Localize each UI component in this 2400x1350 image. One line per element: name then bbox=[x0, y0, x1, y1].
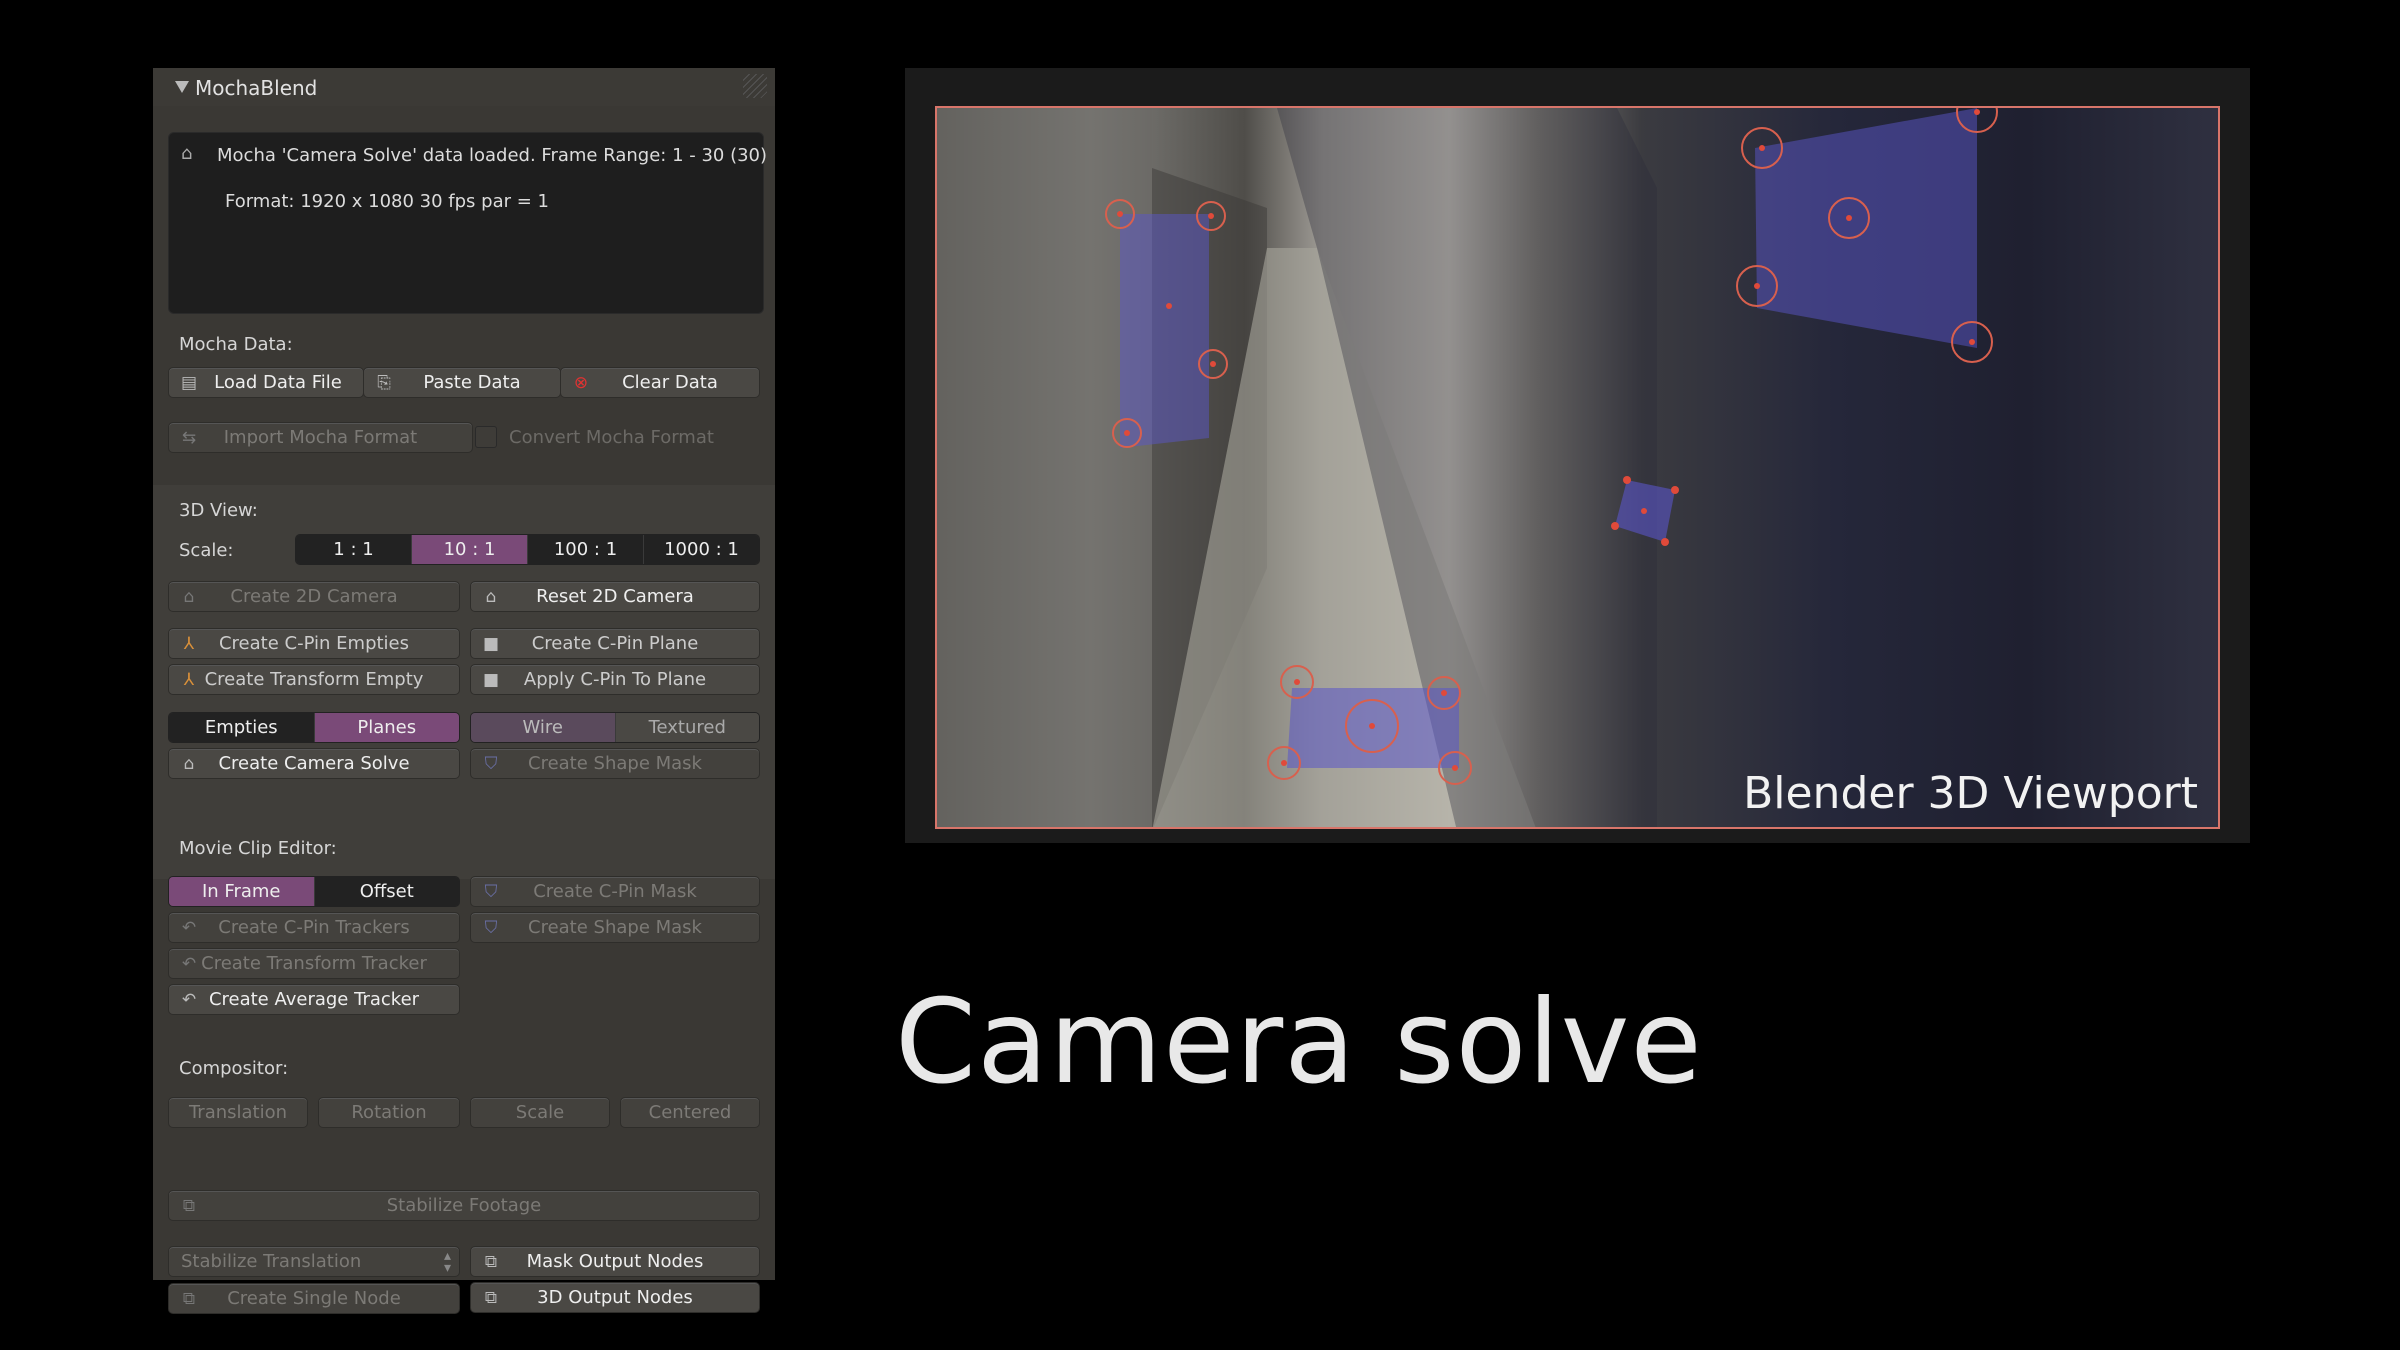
empties-option[interactable]: Empties bbox=[169, 713, 315, 742]
scale-selector: 1 : 1 10 : 1 100 : 1 1000 : 1 bbox=[295, 534, 760, 565]
camera-icon: ⌂ bbox=[183, 587, 195, 607]
node-icon: ⧉ bbox=[182, 1289, 196, 1309]
drag-grip-icon[interactable] bbox=[743, 74, 767, 98]
mask-output-nodes-button[interactable]: ⧉ Mask Output Nodes bbox=[470, 1246, 760, 1277]
node-icon: ⧉ bbox=[182, 1196, 196, 1216]
create-transform-tracker-button[interactable]: ↶ Create Transform Tracker bbox=[168, 948, 460, 979]
create-average-tracker-button[interactable]: ↶ Create Average Tracker bbox=[168, 984, 460, 1015]
tracker-icon: ↶ bbox=[181, 918, 197, 938]
panel-header[interactable]: MochaBlend bbox=[153, 68, 775, 106]
collapse-triangle-icon[interactable] bbox=[175, 81, 189, 93]
create-cpin-empties-button[interactable]: ⅄ Create C-Pin Empties bbox=[168, 628, 460, 659]
inframe-offset-toggle: In Frame Offset bbox=[168, 876, 460, 907]
empty-axes-icon: ⅄ bbox=[183, 670, 195, 690]
scale-option-100-1[interactable]: 100 : 1 bbox=[528, 535, 644, 564]
paste-data-button[interactable]: ⎘ Paste Data bbox=[363, 367, 561, 398]
translation-button[interactable]: Translation bbox=[168, 1097, 308, 1128]
convert-mocha-format-checkbox[interactable] bbox=[475, 426, 497, 448]
plane-icon: ■ bbox=[482, 634, 500, 654]
centered-button[interactable]: Centered bbox=[620, 1097, 760, 1128]
mocha-data-label: Mocha Data: bbox=[179, 334, 293, 355]
3d-viewport[interactable]: Blender 3D Viewport bbox=[905, 68, 2250, 843]
cancel-icon: ⊗ bbox=[573, 373, 589, 393]
status-line-2: Format: 1920 x 1080 30 fps par = 1 bbox=[225, 191, 549, 212]
updown-arrows-icon: ▴ ▾ bbox=[443, 1248, 451, 1276]
status-info-box: ⌂ Mocha 'Camera Solve' data loaded. Fram… bbox=[168, 132, 768, 314]
mask-icon: ⛉ bbox=[484, 754, 498, 774]
footage-overlay bbox=[937, 108, 1998, 827]
create-cpin-mask-button[interactable]: ⛉ Create C-Pin Mask bbox=[470, 876, 760, 907]
wire-option[interactable]: Wire bbox=[471, 713, 616, 742]
viewport-footage[interactable]: Blender 3D Viewport bbox=[935, 106, 2220, 829]
folder-icon: ▤ bbox=[180, 373, 198, 393]
viewport-label: Blender 3D Viewport bbox=[1743, 768, 2198, 819]
wire-textured-toggle: Wire Textured bbox=[470, 712, 760, 743]
scale-option-1-1[interactable]: 1 : 1 bbox=[296, 535, 412, 564]
create-2d-camera-button[interactable]: ⌂ Create 2D Camera bbox=[168, 581, 460, 612]
node-icon: ⧉ bbox=[484, 1252, 498, 1272]
scale-option-1000-1[interactable]: 1000 : 1 bbox=[644, 535, 759, 564]
convert-mocha-format-label: Convert Mocha Format bbox=[509, 427, 714, 448]
stabilize-footage-button[interactable]: ⧉ Stabilize Footage bbox=[168, 1190, 760, 1221]
textured-option[interactable]: Textured bbox=[615, 713, 759, 742]
compositor-label: Compositor: bbox=[179, 1058, 289, 1079]
plane-icon: ■ bbox=[482, 670, 500, 690]
paste-icon: ⎘ bbox=[377, 373, 391, 393]
empties-planes-toggle: Empties Planes bbox=[168, 712, 460, 743]
node-icon: ⧉ bbox=[484, 1288, 498, 1308]
tracker-icon: ↶ bbox=[181, 954, 197, 974]
import-mocha-format-button[interactable]: ⇆ Import Mocha Format bbox=[168, 422, 473, 453]
create-cpin-plane-button[interactable]: ■ Create C-Pin Plane bbox=[470, 628, 760, 659]
movie-clip-editor-label: Movie Clip Editor: bbox=[179, 838, 337, 859]
3d-view-label: 3D View: bbox=[179, 500, 258, 521]
caption-title: Camera solve bbox=[895, 975, 1703, 1110]
tracked-plane-left bbox=[1120, 214, 1209, 448]
tracker-icon: ↶ bbox=[181, 990, 197, 1010]
panel-title: MochaBlend bbox=[195, 76, 318, 100]
scale-label: Scale: bbox=[179, 540, 234, 561]
create-single-node-button[interactable]: ⧉ Create Single Node bbox=[168, 1283, 460, 1314]
apply-cpin-to-plane-button[interactable]: ■ Apply C-Pin To Plane bbox=[470, 664, 760, 695]
planes-option[interactable]: Planes bbox=[314, 713, 459, 742]
create-cpin-trackers-button[interactable]: ↶ Create C-Pin Trackers bbox=[168, 912, 460, 943]
create-camera-solve-button[interactable]: ⌂ Create Camera Solve bbox=[168, 748, 460, 779]
reset-2d-camera-button[interactable]: ⌂ Reset 2D Camera bbox=[470, 581, 760, 612]
status-line-1: Mocha 'Camera Solve' data loaded. Frame … bbox=[217, 145, 768, 166]
scale-option-10-1[interactable]: 10 : 1 bbox=[412, 535, 528, 564]
import-icon: ⇆ bbox=[181, 428, 197, 448]
load-data-file-button[interactable]: ▤ Load Data File bbox=[168, 367, 364, 398]
create-transform-empty-button[interactable]: ⅄ Create Transform Empty bbox=[168, 664, 460, 695]
stabilize-translation-select[interactable]: Stabilize Translation ▴ ▾ bbox=[168, 1246, 460, 1277]
mask-icon: ⛉ bbox=[484, 918, 498, 938]
empty-axes-icon: ⅄ bbox=[183, 634, 195, 654]
clear-data-button[interactable]: ⊗ Clear Data bbox=[560, 367, 760, 398]
camera-icon: ⌂ bbox=[181, 143, 193, 164]
offset-option[interactable]: Offset bbox=[314, 877, 459, 906]
3d-output-nodes-button[interactable]: ⧉ 3D Output Nodes bbox=[470, 1282, 760, 1313]
mochablend-panel: MochaBlend ⌂ Mocha 'Camera Solve' data l… bbox=[153, 68, 775, 1314]
mask-icon: ⛉ bbox=[484, 882, 498, 902]
scale-button[interactable]: Scale bbox=[470, 1097, 610, 1128]
create-shape-mask-clip-button[interactable]: ⛉ Create Shape Mask bbox=[470, 912, 760, 943]
rotation-button[interactable]: Rotation bbox=[318, 1097, 460, 1128]
camera-icon: ⌂ bbox=[183, 754, 195, 774]
create-shape-mask-button[interactable]: ⛉ Create Shape Mask bbox=[470, 748, 760, 779]
in-frame-option[interactable]: In Frame bbox=[169, 877, 315, 906]
camera-icon: ⌂ bbox=[485, 587, 497, 607]
